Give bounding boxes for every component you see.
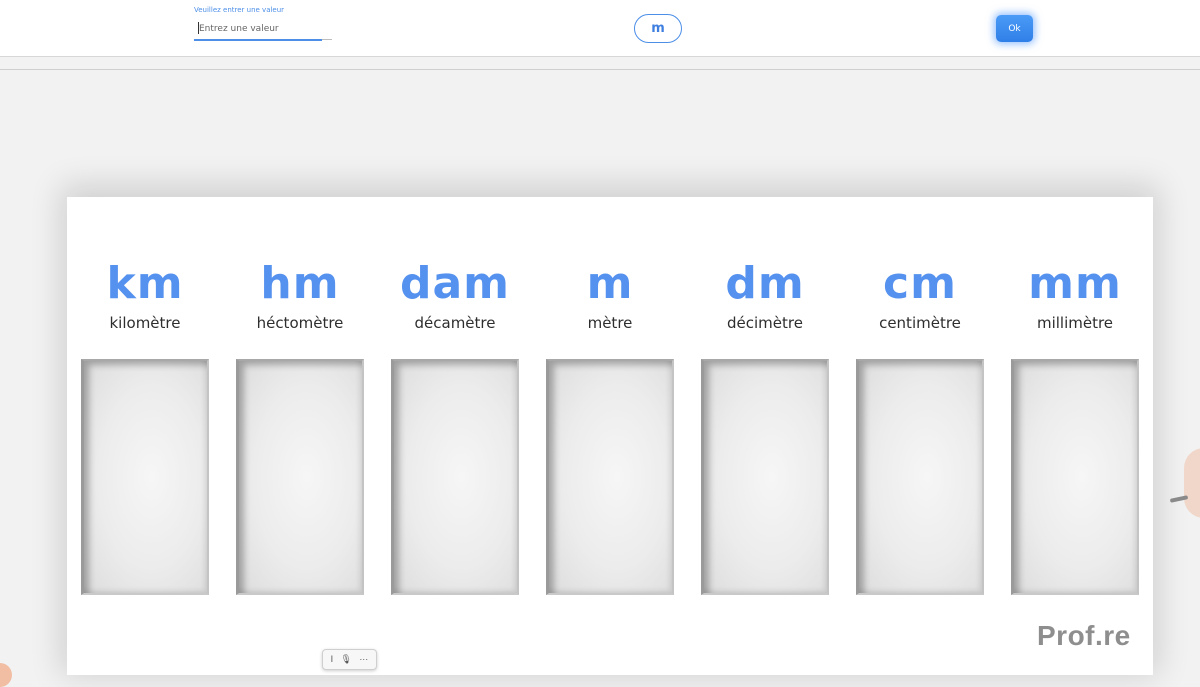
unit-column-hm: hm héctomètre [236, 197, 364, 675]
cursor-icon[interactable]: I [331, 655, 334, 664]
digit-drop-box[interactable] [701, 359, 829, 595]
digit-drop-box[interactable] [391, 359, 519, 595]
unit-column-mm: mm millimètre [1011, 197, 1139, 675]
microphone-icon[interactable]: 🎙 [341, 655, 352, 664]
value-input[interactable] [194, 18, 332, 40]
unit-column-m: m mètre [546, 197, 674, 675]
value-field-label: Veuillez entrer une valeur [194, 6, 285, 14]
input-focus-underline [194, 39, 322, 41]
conversion-board: km kilomètre hm héctomètre dam décamètre… [67, 197, 1153, 675]
ok-button[interactable]: Ok [996, 15, 1033, 42]
top-toolbar: Veuillez entrer une valeur m Ok [0, 0, 1200, 57]
more-icon[interactable]: ··· [359, 655, 368, 664]
digit-drop-box[interactable] [1011, 359, 1139, 595]
digit-drop-box[interactable] [856, 359, 984, 595]
unit-column-dm: dm décimètre [701, 197, 829, 675]
unit-column-dam: dam décamètre [391, 197, 519, 675]
unit-symbol: mm [1028, 258, 1122, 309]
digit-drop-box[interactable] [546, 359, 674, 595]
digit-drop-box[interactable] [81, 359, 209, 595]
hand-corner-image [0, 663, 12, 687]
unit-name: millimètre [1036, 314, 1114, 332]
floating-mini-toolbar: I 🎙 ··· [322, 649, 377, 670]
unit-selector-button[interactable]: m [634, 14, 682, 43]
divider [0, 69, 1200, 70]
brand-logo: Prof.re [1037, 620, 1131, 651]
hand-image [1184, 448, 1200, 518]
text-caret [198, 22, 199, 34]
unit-column-km: km kilomètre [81, 197, 209, 675]
digit-drop-box[interactable] [236, 359, 364, 595]
unit-column-cm: cm centimètre [856, 197, 984, 675]
